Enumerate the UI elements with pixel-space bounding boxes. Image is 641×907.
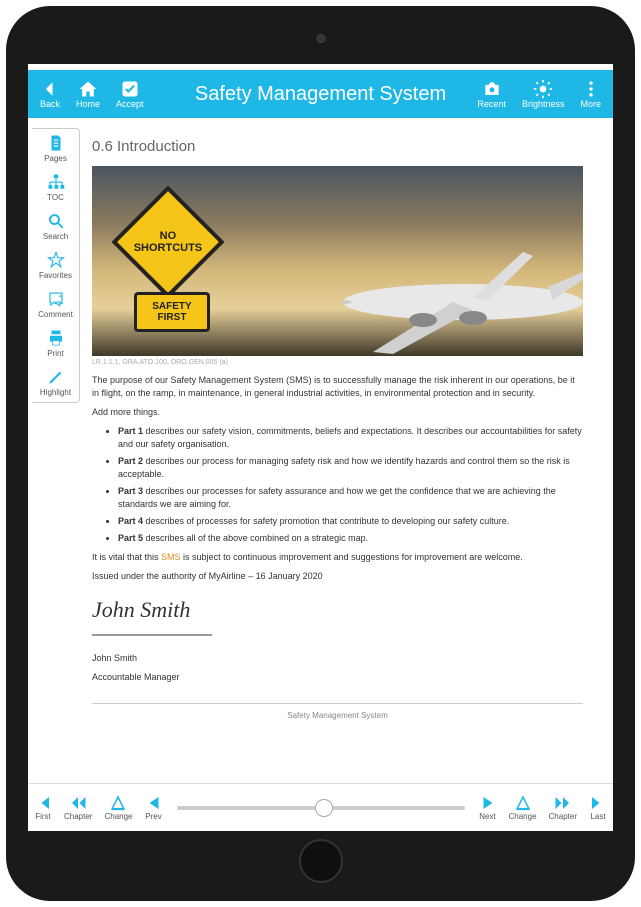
recent-label: Recent	[477, 99, 506, 109]
highlight-label: Highlight	[40, 388, 71, 397]
topbar-left: Back Home Accept	[32, 75, 152, 113]
triangle-right-icon	[479, 794, 497, 812]
issued-paragraph: Issued under the authority of MyAirline …	[92, 570, 583, 583]
pages-button[interactable]: Pages	[32, 129, 79, 168]
search-label: Search	[43, 232, 68, 241]
next-button[interactable]: Next	[473, 791, 503, 824]
camera-dot	[316, 34, 325, 43]
last-button[interactable]: Last	[583, 791, 613, 824]
favorites-label: Favorites	[39, 271, 72, 280]
accept-button[interactable]: Accept	[108, 75, 152, 113]
brightness-label: Brightness	[522, 99, 565, 109]
more-button[interactable]: More	[572, 75, 609, 113]
search-icon	[47, 212, 65, 230]
highlight-button[interactable]: Highlight	[32, 363, 79, 402]
chapter-next-button[interactable]: Chapter	[543, 791, 583, 824]
toc-label: TOC	[47, 193, 64, 202]
home-icon	[78, 79, 98, 99]
check-icon	[120, 79, 140, 99]
pencil-icon	[47, 368, 65, 386]
comment-button[interactable]: Comment	[32, 285, 79, 324]
sms-link[interactable]: SMS	[161, 552, 181, 562]
page-slider[interactable]	[169, 806, 473, 810]
back-label: Back	[40, 99, 60, 109]
sign-no-shortcuts: NO SHORTCUTS	[111, 185, 224, 298]
part-5: Part 5 describes all of the above combin…	[118, 532, 583, 545]
last-icon	[589, 794, 607, 812]
part-2: Part 2 describes our process for managin…	[118, 455, 583, 481]
topbar-right: Recent Brightness More	[469, 75, 609, 113]
recent-button[interactable]: Recent	[469, 75, 514, 113]
triangle-left-icon	[145, 794, 163, 812]
vital-paragraph: It is vital that this SMS is subject to …	[92, 551, 583, 564]
sign-safety-first: SAFETY FIRST	[134, 292, 210, 332]
signer-role: Accountable Manager	[92, 671, 583, 684]
device-home-button[interactable]	[299, 839, 343, 883]
sun-icon	[533, 79, 553, 99]
pages-label: Pages	[44, 154, 67, 163]
sitemap-icon	[47, 173, 65, 191]
favorites-button[interactable]: Favorites	[32, 246, 79, 285]
parts-list: Part 1 describes our safety vision, comm…	[92, 425, 583, 545]
brightness-button[interactable]: Brightness	[514, 75, 573, 113]
image-caption: LR.1.1.1, ORA.ATO.100, ORO.GEN.005 (a)	[92, 358, 583, 368]
prev-button[interactable]: Prev	[139, 791, 169, 824]
first-button[interactable]: First	[28, 791, 58, 824]
signature-underline	[92, 632, 212, 638]
page-icon	[47, 134, 65, 152]
rewind-icon	[69, 794, 87, 812]
signer-name: John Smith	[92, 652, 583, 665]
part-1: Part 1 describes our safety vision, comm…	[118, 425, 583, 451]
part-3: Part 3 describes our processes for safet…	[118, 485, 583, 511]
comment-label: Comment	[38, 310, 73, 319]
home-label: Home	[76, 99, 100, 109]
top-toolbar: Back Home Accept Safety Management Syste…	[28, 70, 613, 118]
comment-icon	[47, 290, 65, 308]
chapter-prev-button[interactable]: Chapter	[58, 791, 98, 824]
document-body[interactable]: 0.6 Introduction NO SHORTCUTS SAFETY FIR…	[28, 118, 613, 783]
hero-image: NO SHORTCUTS SAFETY FIRST	[92, 166, 583, 356]
home-button[interactable]: Home	[68, 75, 108, 113]
part-4: Part 4 describes of processes for safety…	[118, 515, 583, 528]
change-prev-button[interactable]: Change	[98, 791, 138, 824]
intro-paragraph: The purpose of our Safety Management Sys…	[92, 374, 583, 400]
print-button[interactable]: Print	[32, 324, 79, 363]
camera-icon	[482, 79, 502, 99]
page-footer: Safety Management System	[92, 703, 583, 722]
search-button[interactable]: Search	[32, 207, 79, 246]
section-heading: 0.6 Introduction	[92, 136, 583, 158]
change-next-button[interactable]: Change	[503, 791, 543, 824]
add-more-paragraph: Add more things.	[92, 406, 583, 419]
screen: Back Home Accept Safety Management Syste…	[28, 64, 613, 831]
first-icon	[34, 794, 52, 812]
print-label: Print	[47, 349, 63, 358]
star-icon	[47, 251, 65, 269]
arrow-left-icon	[40, 79, 60, 99]
bottom-toolbar: First Chapter Change Prev Next Change Ch…	[28, 783, 613, 831]
dots-icon	[581, 79, 601, 99]
more-label: More	[580, 99, 601, 109]
print-icon	[47, 329, 65, 347]
delta-left-icon	[109, 794, 127, 812]
signature: John Smith	[92, 594, 583, 626]
side-toolbar: Pages TOC Search Favorites Comment Print…	[32, 128, 80, 403]
airplane-graphic	[313, 222, 583, 356]
toc-button[interactable]: TOC	[32, 168, 79, 207]
forward-icon	[554, 794, 572, 812]
delta-right-icon	[514, 794, 532, 812]
back-button[interactable]: Back	[32, 75, 68, 113]
accept-label: Accept	[116, 99, 144, 109]
tablet-frame: Back Home Accept Safety Management Syste…	[6, 6, 635, 901]
